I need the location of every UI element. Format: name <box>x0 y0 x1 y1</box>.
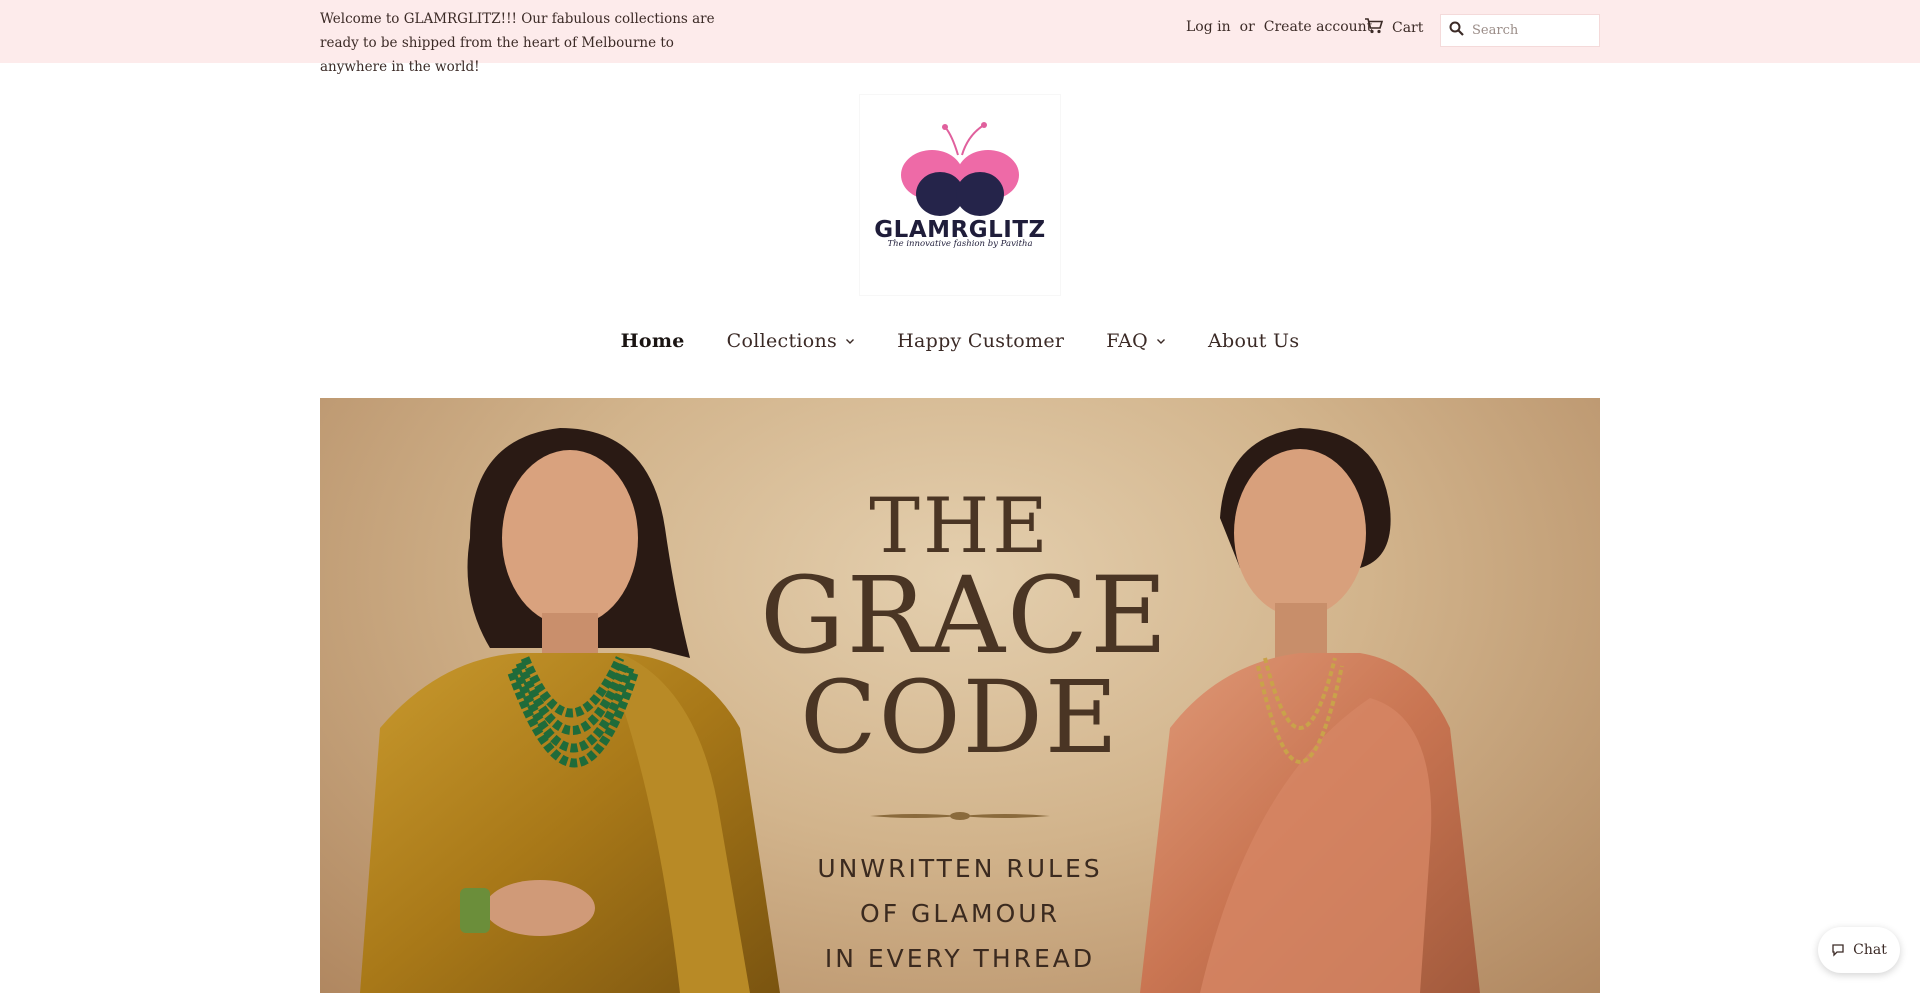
hero-sub-line-3: IN EVERY THREAD <box>824 944 1096 973</box>
hero-sub-line-2: OF GLAMOUR <box>860 899 1060 928</box>
nav-label-faq: FAQ <box>1106 330 1148 352</box>
cart-icon <box>1364 17 1384 39</box>
welcome-message: Welcome to GLAMRGLITZ!!! Our fabulous co… <box>320 11 715 75</box>
chevron-down-icon <box>1156 339 1165 344</box>
login-link[interactable]: Log in <box>1186 19 1231 35</box>
account-links: Log in or Create account <box>1186 19 1372 35</box>
search-box <box>1440 14 1600 47</box>
search-input[interactable] <box>1470 22 1590 39</box>
nav-label-collections: Collections <box>726 330 838 352</box>
hero-line-code: CODE <box>800 659 1120 776</box>
nav-label-happy-customer: Happy Customer <box>897 330 1065 352</box>
cart-link[interactable]: Cart <box>1364 17 1423 39</box>
hero-subtitle: UNWRITTEN RULES OF GLAMOUR IN EVERY THRE… <box>760 846 1160 981</box>
hero-banner[interactable]: THE GRACE CODE UNWRITTEN RULES OF GLAMOU… <box>320 398 1600 993</box>
nav-label-home: Home <box>620 330 685 352</box>
logo-tagline: The innovative fashion by Pavitha <box>887 239 1033 249</box>
site-logo[interactable]: GLAMRGLITZ The innovative fashion by Pav… <box>860 95 1060 295</box>
cart-label: Cart <box>1392 20 1424 36</box>
nav-item-faq[interactable]: FAQ <box>1106 330 1166 352</box>
main-navigation: Home Collections Happy Customer FAQ Abou… <box>0 330 1920 352</box>
chevron-down-icon <box>846 339 855 344</box>
create-account-link[interactable]: Create account <box>1264 19 1373 35</box>
hero-line-grace: GRACE <box>760 554 1170 677</box>
hero-line-the: THE <box>869 481 1051 570</box>
hero-headline: THE GRACE CODE UNWRITTEN RULES OF GLAMOU… <box>760 481 1170 981</box>
announcement-bar: Welcome to GLAMRGLITZ!!! Our fabulous co… <box>0 0 1920 75</box>
search-icon[interactable] <box>1449 21 1464 40</box>
ornament-divider-icon <box>870 808 1050 822</box>
chat-button[interactable]: Chat <box>1818 927 1900 973</box>
nav-item-home[interactable]: Home <box>621 330 685 352</box>
chat-bubble-icon <box>1832 944 1844 957</box>
butterfly-logo-icon <box>901 122 1019 216</box>
nav-label-about-us: About Us <box>1207 330 1300 352</box>
nav-item-happy-customer[interactable]: Happy Customer <box>897 330 1064 352</box>
nav-item-collections[interactable]: Collections <box>727 330 855 352</box>
or-separator: or <box>1239 19 1255 35</box>
nav-item-about-us[interactable]: About Us <box>1208 330 1299 352</box>
hero-sub-line-1: UNWRITTEN RULES <box>817 854 1103 883</box>
chat-label: Chat <box>1853 942 1887 958</box>
